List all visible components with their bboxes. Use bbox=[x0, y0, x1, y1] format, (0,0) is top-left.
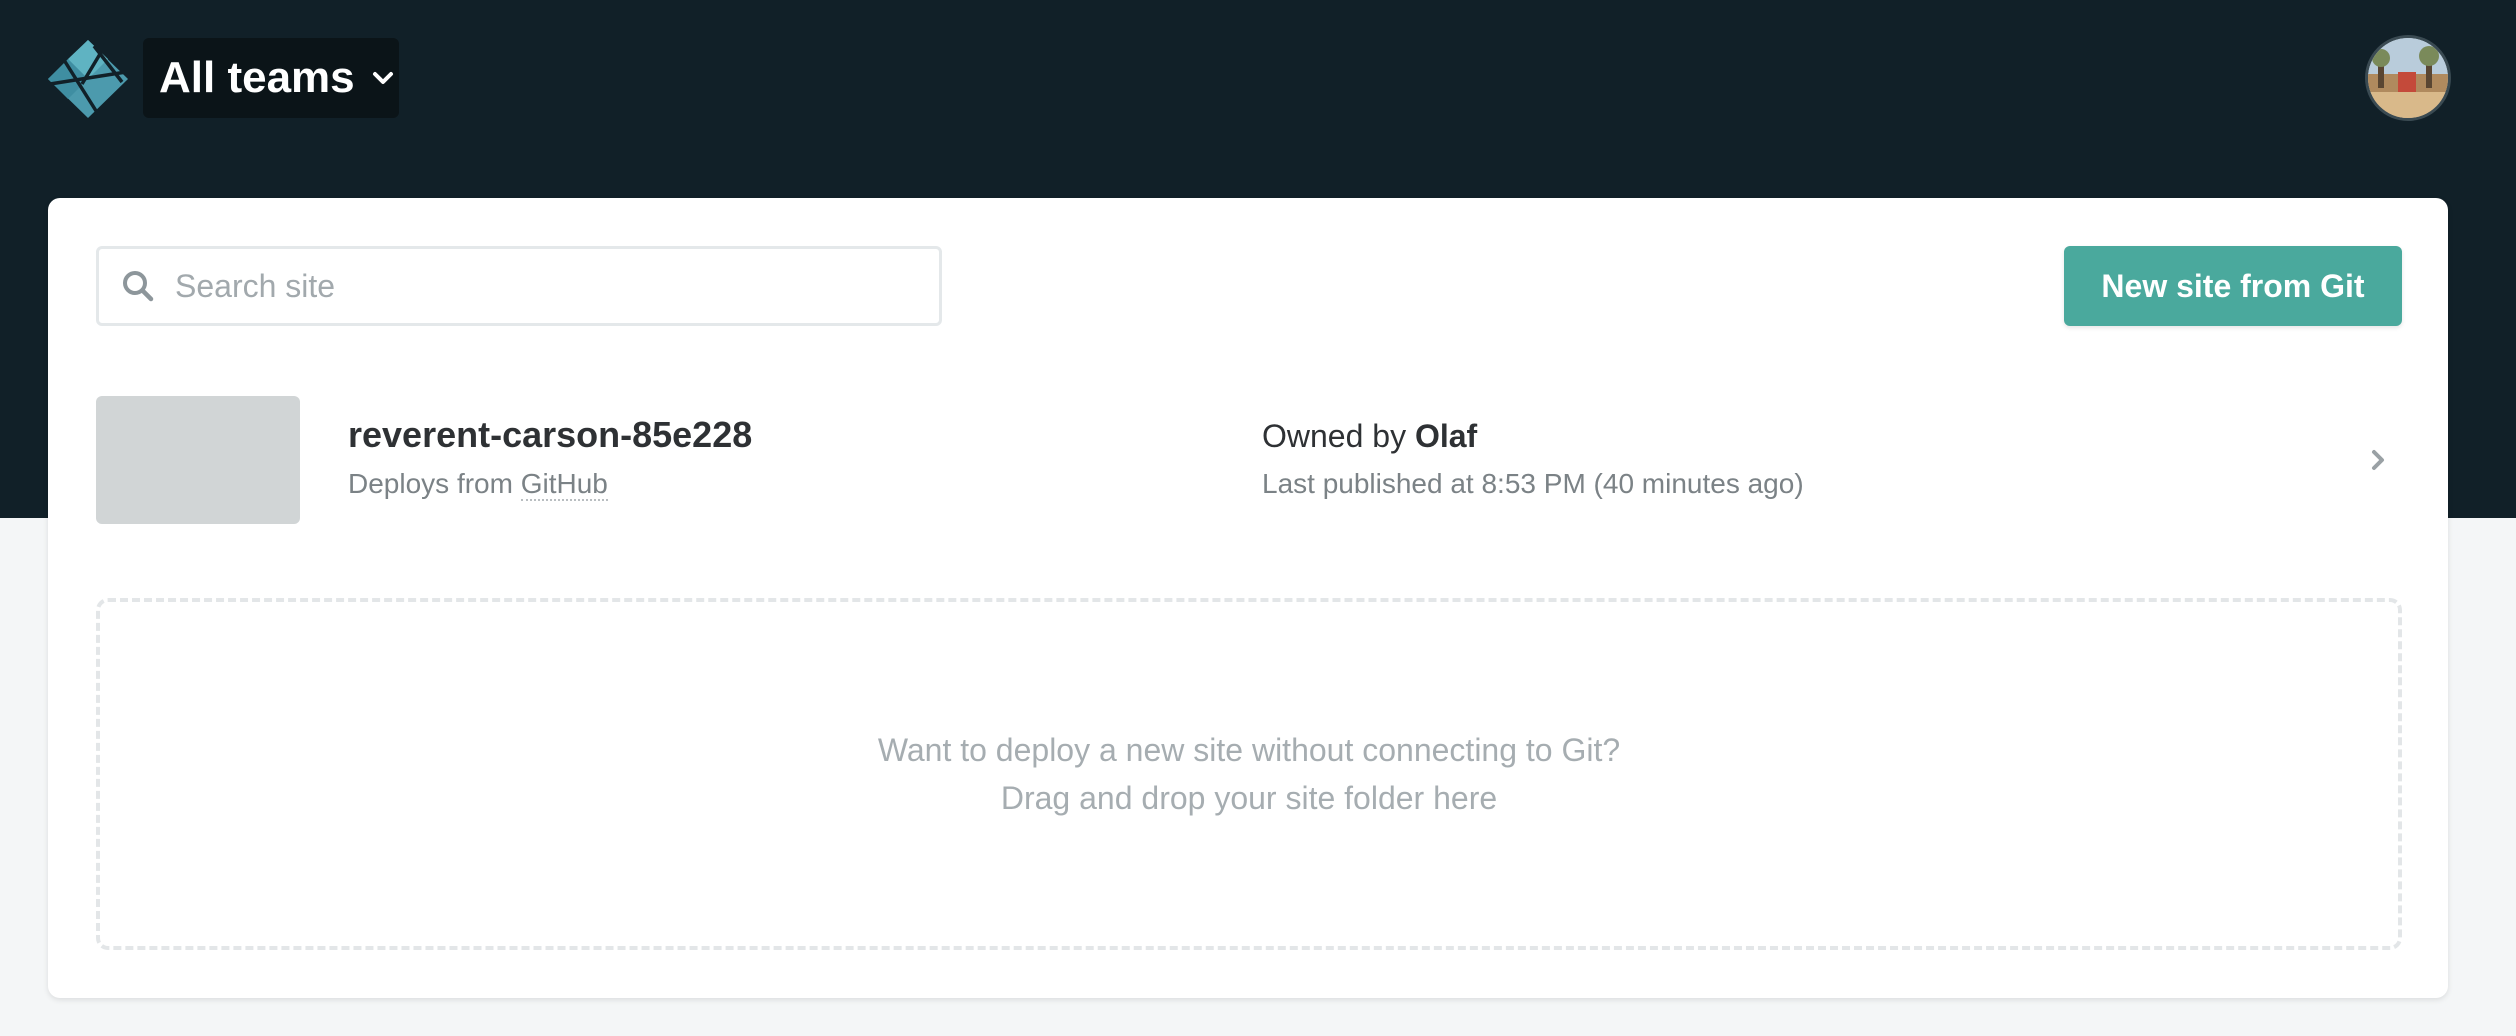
search-icon bbox=[123, 271, 154, 302]
user-avatar[interactable] bbox=[2368, 38, 2448, 118]
site-dropzone[interactable]: Want to deploy a new site without connec… bbox=[96, 598, 2402, 950]
deploy-source-link[interactable]: GitHub bbox=[520, 468, 608, 501]
search-input[interactable] bbox=[173, 266, 897, 306]
team-switcher[interactable]: All teams bbox=[143, 38, 399, 118]
dropzone-line-2: Drag and drop your site folder here bbox=[1000, 780, 1498, 816]
site-deploy-source: Deploys from GitHub bbox=[348, 468, 608, 501]
owner-name: Olaf bbox=[1414, 418, 1478, 454]
new-site-from-git-button[interactable]: New site from Git bbox=[2064, 246, 2402, 326]
sites-card: New site from Git reverent-carson-85e228… bbox=[48, 198, 2448, 998]
deploys-prefix: Deploys from bbox=[348, 468, 513, 499]
chevron-right-icon[interactable] bbox=[2364, 446, 2392, 474]
site-owner: Owned by Olaf bbox=[1262, 418, 1477, 455]
site-row[interactable]: reverent-carson-85e228 Deploys from GitH… bbox=[96, 396, 2406, 528]
chevron-down-icon bbox=[372, 72, 393, 84]
site-name: reverent-carson-85e228 bbox=[348, 414, 753, 455]
search-field[interactable] bbox=[96, 246, 942, 326]
team-switcher-label: All teams bbox=[159, 53, 355, 102]
owned-prefix: Owned by bbox=[1262, 418, 1407, 454]
site-thumbnail bbox=[96, 396, 300, 524]
netlify-logo-icon[interactable] bbox=[46, 38, 130, 120]
dropzone-line-1: Want to deploy a new site without connec… bbox=[877, 732, 1621, 768]
site-last-published: Last published at 8:53 PM (40 minutes ag… bbox=[1262, 468, 1804, 499]
